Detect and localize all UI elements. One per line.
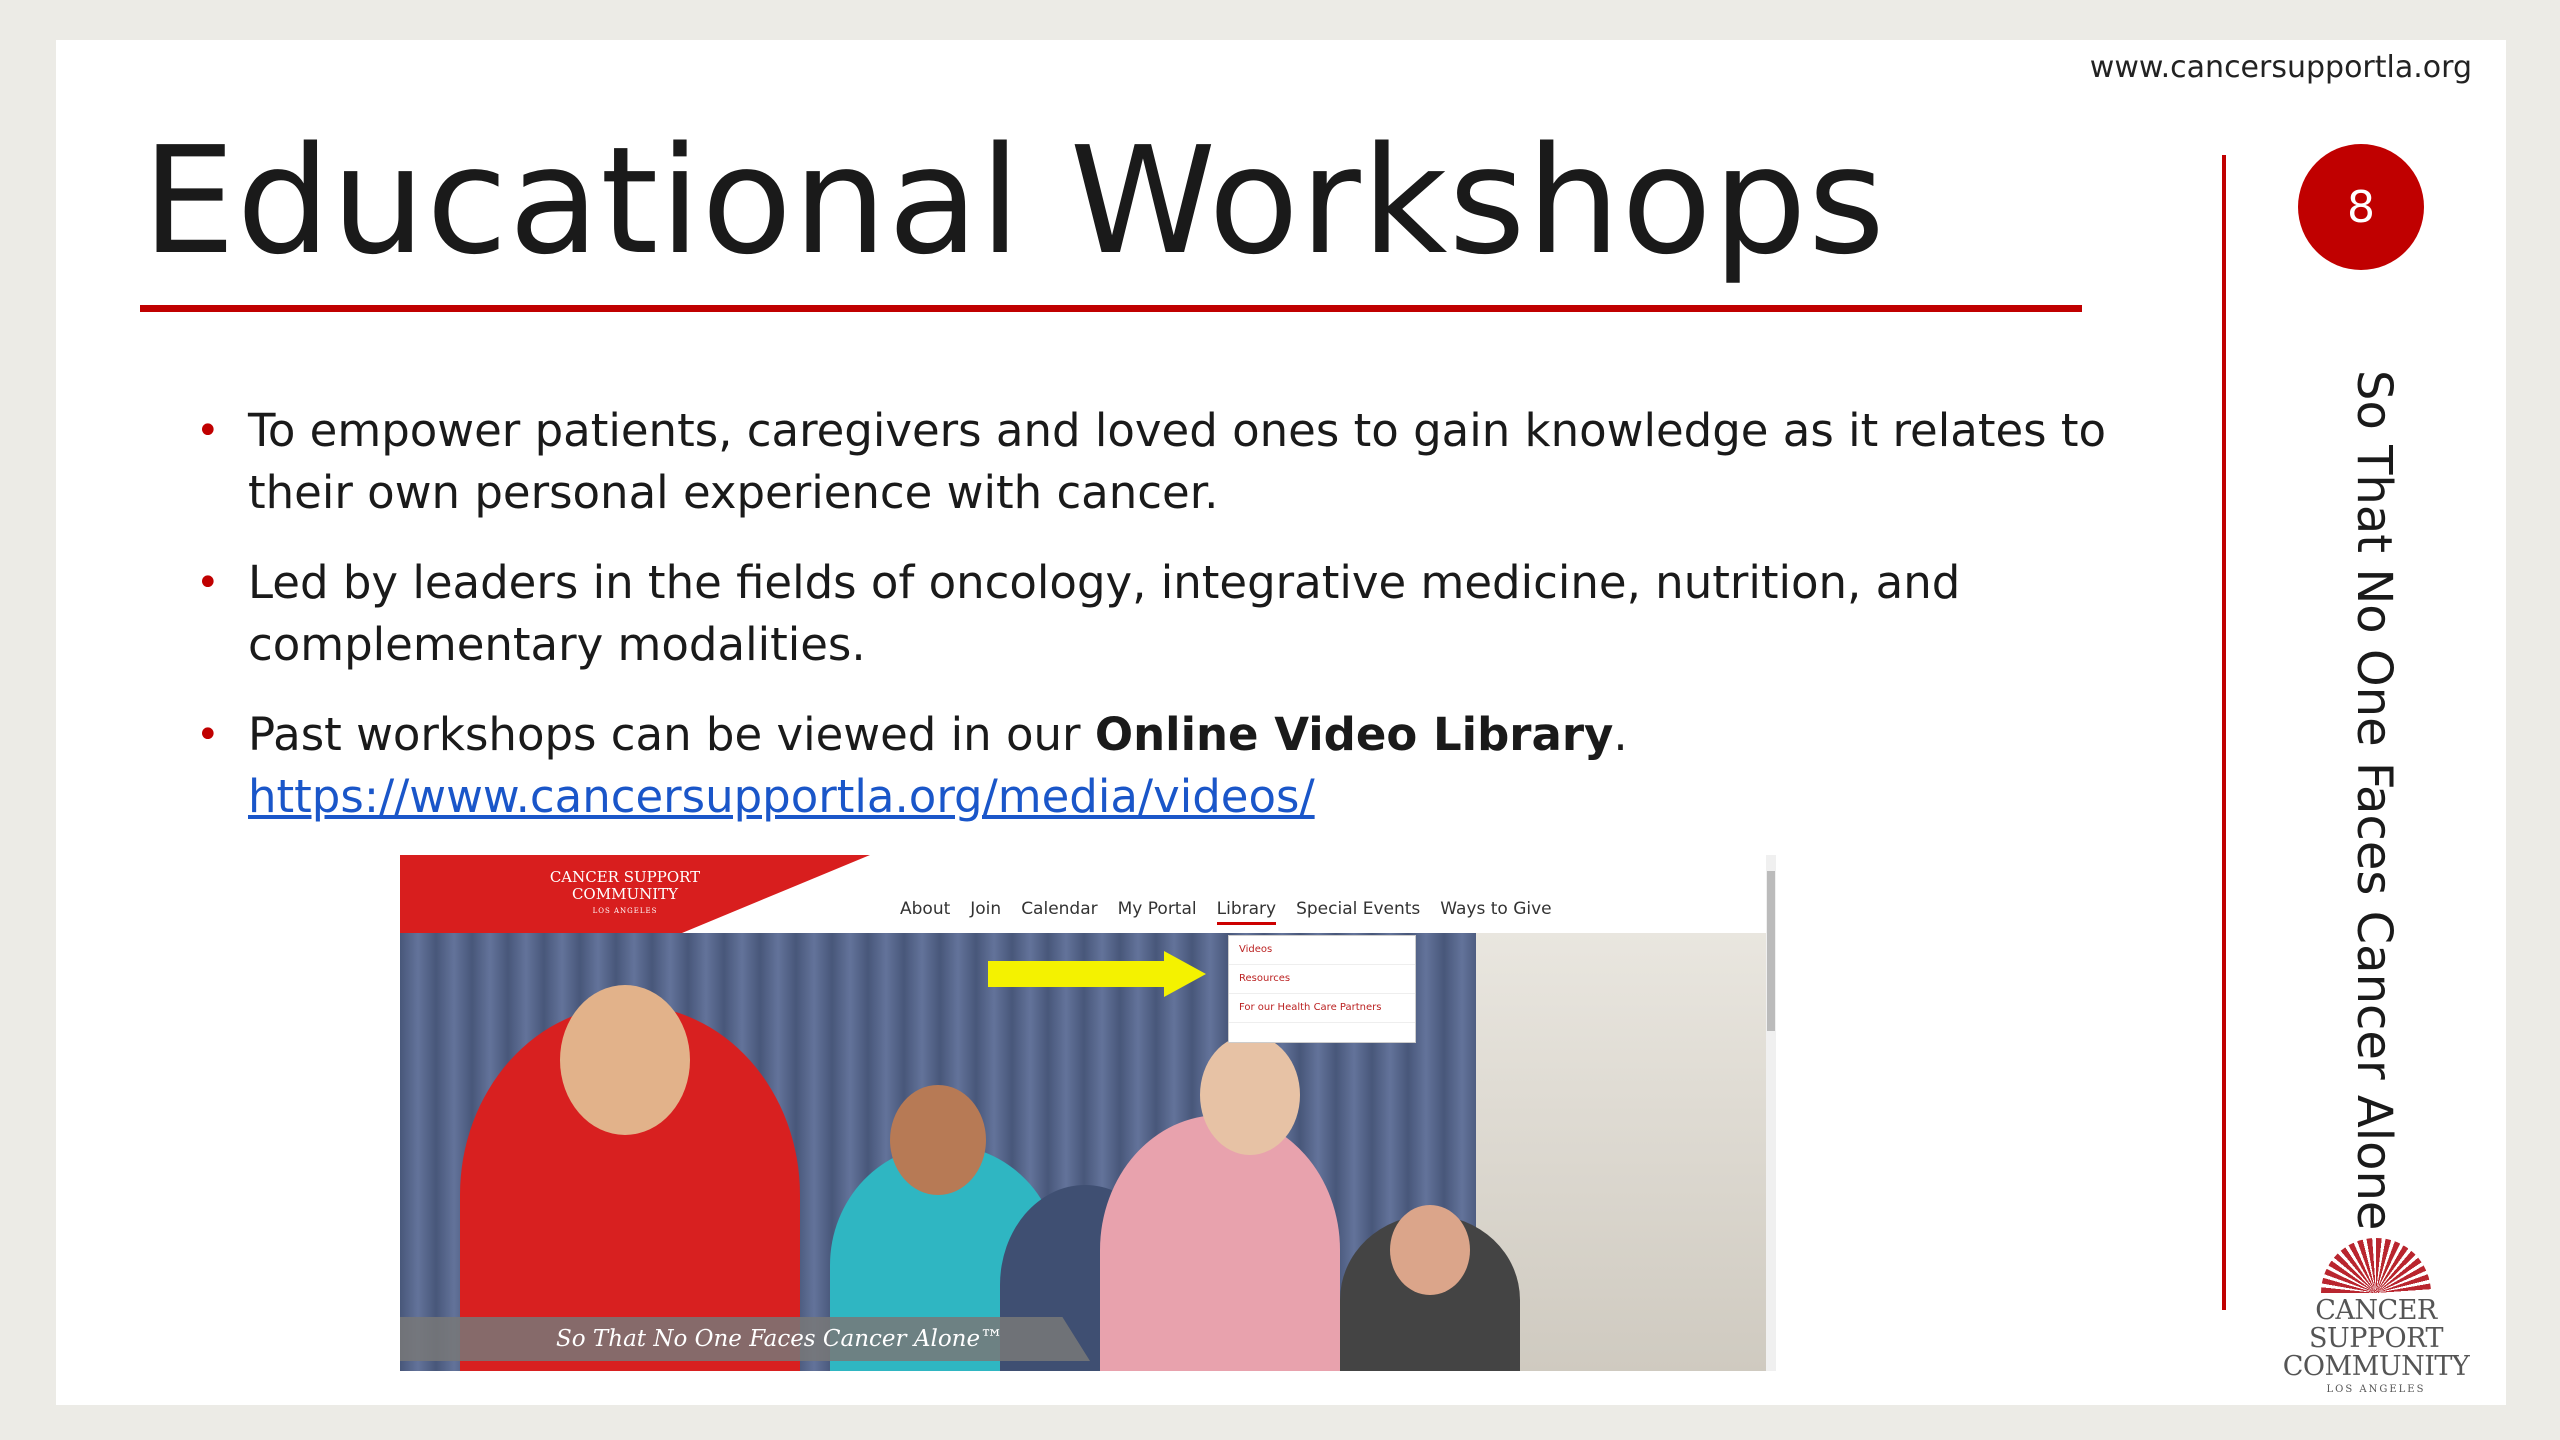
scrollbar-thumb [1767, 871, 1775, 1031]
nav-item-library: Library [1216, 899, 1277, 925]
bullet-item: • Led by leaders in the fields of oncolo… [196, 552, 2116, 676]
website-screenshot: CANCER SUPPORT COMMUNITY LOS ANGELES Abo… [400, 855, 1776, 1371]
sunburst-logo-icon [2321, 1238, 2431, 1293]
bullet-dot-icon: • [196, 560, 220, 606]
bullet-item: • Past workshops can be viewed in our On… [196, 704, 2116, 828]
arrow-head-icon [1164, 951, 1206, 997]
website-logo-line: COMMUNITY [571, 885, 679, 903]
dropdown-item-videos: Videos [1229, 936, 1415, 965]
footer-logo-subline: LOS ANGELES [2326, 1384, 2426, 1395]
bullet-text: To empower patients, caregivers and love… [248, 404, 2107, 519]
library-dropdown: Videos Resources For our Health Care Par… [1228, 935, 1416, 1043]
nav-item-ways-to-give: Ways to Give [1440, 899, 1552, 919]
footer-logo-line: COMMUNITY [2282, 1351, 2470, 1382]
title-underline [140, 305, 2082, 312]
bullet-text: Past workshops can be viewed in our [248, 708, 1095, 761]
website-banner: So That No One Faces Cancer Alone™ [400, 1317, 1090, 1361]
participant-figure [1390, 1205, 1470, 1295]
screenshot-scrollbar [1766, 855, 1776, 1371]
nav-item-about: About [900, 899, 951, 919]
wall-background [1476, 933, 1776, 1371]
vertical-divider [2222, 155, 2226, 1310]
page-number-badge: 8 [2298, 144, 2424, 270]
yellow-arrow-icon [988, 961, 1168, 987]
footer-logo-line: CANCER SUPPORT [2308, 1295, 2444, 1354]
website-nav: About Join Calendar My Portal Library Sp… [900, 899, 1552, 925]
footer-logo: CANCER SUPPORT COMMUNITY LOS ANGELES [2246, 1238, 2506, 1395]
bullet-dot-icon: • [196, 408, 220, 454]
nav-item-special-events: Special Events [1296, 899, 1421, 919]
nav-item-my-portal: My Portal [1117, 899, 1197, 919]
website-logo-line: CANCER SUPPORT [549, 868, 701, 886]
participant-figure [560, 985, 690, 1135]
bullet-list: • To empower patients, caregivers and lo… [196, 400, 2116, 856]
participant-figure [890, 1085, 986, 1195]
bullet-text: Led by leaders in the fields of oncology… [248, 556, 1961, 671]
video-library-link[interactable]: https://www.cancersupportla.org/media/vi… [248, 770, 1315, 823]
dropdown-item-health-care-partners: For our Health Care Partners [1229, 994, 1415, 1023]
nav-item-join: Join [970, 899, 1002, 919]
bullet-period: . [1613, 708, 1628, 761]
participant-figure [1200, 1035, 1300, 1155]
nav-item-calendar: Calendar [1021, 899, 1098, 919]
participant-figure [1100, 1115, 1340, 1371]
vertical-tagline: So That No One Faces Cancer Alone [2346, 370, 2402, 1231]
slide-title: Educational Workshops [142, 115, 1886, 287]
dropdown-item-resources: Resources [1229, 965, 1415, 994]
video-library-label: Online Video Library [1094, 708, 1614, 761]
slide: www.cancersupportla.org Educational Work… [56, 40, 2506, 1405]
site-url: www.cancersupportla.org [2089, 50, 2472, 85]
bullet-item: • To empower patients, caregivers and lo… [196, 400, 2116, 524]
website-logo-subline: LOS ANGELES [592, 907, 658, 915]
bullet-dot-icon: • [196, 712, 220, 758]
website-logo: CANCER SUPPORT COMMUNITY LOS ANGELES [540, 869, 710, 920]
